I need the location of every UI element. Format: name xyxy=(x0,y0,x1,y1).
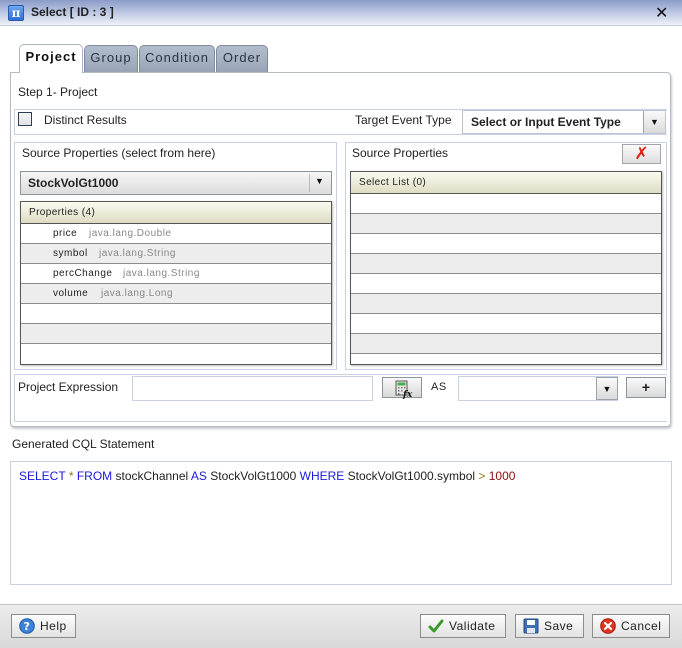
window-title: Select [ ID : 3 ] xyxy=(31,5,114,19)
empty-row xyxy=(351,354,661,364)
cql-label: Generated CQL Statement xyxy=(12,437,155,451)
checkmark-icon xyxy=(428,619,444,633)
empty-row xyxy=(351,294,661,314)
validate-button[interactable]: Validate xyxy=(420,614,506,638)
cql-token: StockVolGt1000.symbol xyxy=(344,469,479,483)
cql-token: 1000 xyxy=(488,469,516,483)
tab-condition[interactable]: Condition xyxy=(139,45,215,72)
svg-text:?: ? xyxy=(24,620,31,633)
chevron-down-icon[interactable]: ▼ xyxy=(596,377,618,400)
cancel-label: Cancel xyxy=(621,619,662,633)
table-row[interactable]: percChange java.lang.String xyxy=(21,264,331,284)
empty-row xyxy=(21,324,331,344)
tab-order[interactable]: Order xyxy=(216,45,268,72)
help-label: Help xyxy=(40,619,67,633)
help-button[interactable]: ? Help xyxy=(11,614,76,638)
add-expression-button[interactable]: + xyxy=(626,377,666,398)
expression-builder-button[interactable]: fx xyxy=(382,377,422,400)
cql-statement-text: SELECT * FROM stockChannel AS StockVolGt… xyxy=(19,469,515,483)
property-type: java.lang.String xyxy=(123,268,200,279)
step-label: Step 1- Project xyxy=(18,85,98,99)
red-x-icon: ✗ xyxy=(634,144,649,163)
empty-row xyxy=(351,274,661,294)
as-label: AS xyxy=(431,381,447,393)
project-expression-input[interactable] xyxy=(132,376,373,401)
property-name: price xyxy=(53,228,78,239)
select-list-title: Source Properties xyxy=(352,146,449,160)
property-name: symbol xyxy=(53,248,88,259)
alias-input[interactable] xyxy=(458,376,618,401)
property-name: percChange xyxy=(53,268,113,279)
cql-token: AS xyxy=(190,469,207,483)
select-list-header: Select List (0) xyxy=(351,172,661,194)
source-properties-title: Source Properties (select from here) xyxy=(22,146,216,160)
source-select-value[interactable]: StockVolGt1000 xyxy=(28,176,118,190)
project-expression-label: Project Expression xyxy=(18,380,119,394)
floppy-disk-icon xyxy=(523,618,539,634)
cql-token: SELECT xyxy=(19,469,66,483)
cql-token: StockVolGt1000 xyxy=(206,469,300,483)
distinct-results-checkbox[interactable] xyxy=(18,112,32,126)
property-type: java.lang.String xyxy=(99,248,176,259)
empty-row xyxy=(351,234,661,254)
chevron-down-icon[interactable]: ▼ xyxy=(315,176,324,186)
save-label: Save xyxy=(544,619,574,633)
validate-label: Validate xyxy=(449,619,496,633)
table-row[interactable]: price java.lang.Double xyxy=(21,224,331,244)
empty-row xyxy=(21,304,331,324)
clear-select-list-button[interactable]: ✗ xyxy=(622,144,661,164)
tab-group[interactable]: Group xyxy=(84,45,138,72)
empty-row xyxy=(351,314,661,334)
help-icon: ? xyxy=(19,618,35,634)
cancel-icon xyxy=(600,618,616,634)
cancel-button[interactable]: Cancel xyxy=(592,614,670,638)
chevron-down-icon[interactable]: ▼ xyxy=(643,111,665,133)
calculator-fx-icon: fx xyxy=(395,380,413,400)
empty-row xyxy=(351,214,661,234)
table-row[interactable]: volume java.lang.Long xyxy=(21,284,331,304)
cql-token: stockChannel xyxy=(112,469,191,483)
property-name: volume xyxy=(53,288,89,299)
target-event-type-label: Target Event Type xyxy=(355,113,452,127)
properties-table: Properties (4) price java.lang.Double sy… xyxy=(20,201,332,365)
property-type: java.lang.Long xyxy=(101,288,174,299)
empty-row xyxy=(21,344,331,364)
distinct-results-label: Distinct Results xyxy=(44,113,127,127)
close-icon[interactable]: ✕ xyxy=(655,3,668,23)
cql-token: WHERE xyxy=(299,469,345,483)
pi-icon: π xyxy=(8,5,24,21)
cql-token: FROM xyxy=(76,469,113,483)
target-event-type-value[interactable]: Select or Input Event Type xyxy=(471,115,621,129)
empty-row xyxy=(351,254,661,274)
tab-project[interactable]: Project xyxy=(19,44,83,73)
table-row[interactable]: symbol java.lang.String xyxy=(21,244,331,264)
svg-text:fx: fx xyxy=(402,390,413,399)
property-type: java.lang.Double xyxy=(89,228,172,239)
empty-row xyxy=(351,334,661,354)
combo-separator xyxy=(309,174,310,192)
select-list-table: Select List (0) xyxy=(350,171,662,365)
properties-table-header: Properties (4) xyxy=(21,202,331,224)
empty-row xyxy=(351,194,661,214)
save-button[interactable]: Save xyxy=(515,614,584,638)
